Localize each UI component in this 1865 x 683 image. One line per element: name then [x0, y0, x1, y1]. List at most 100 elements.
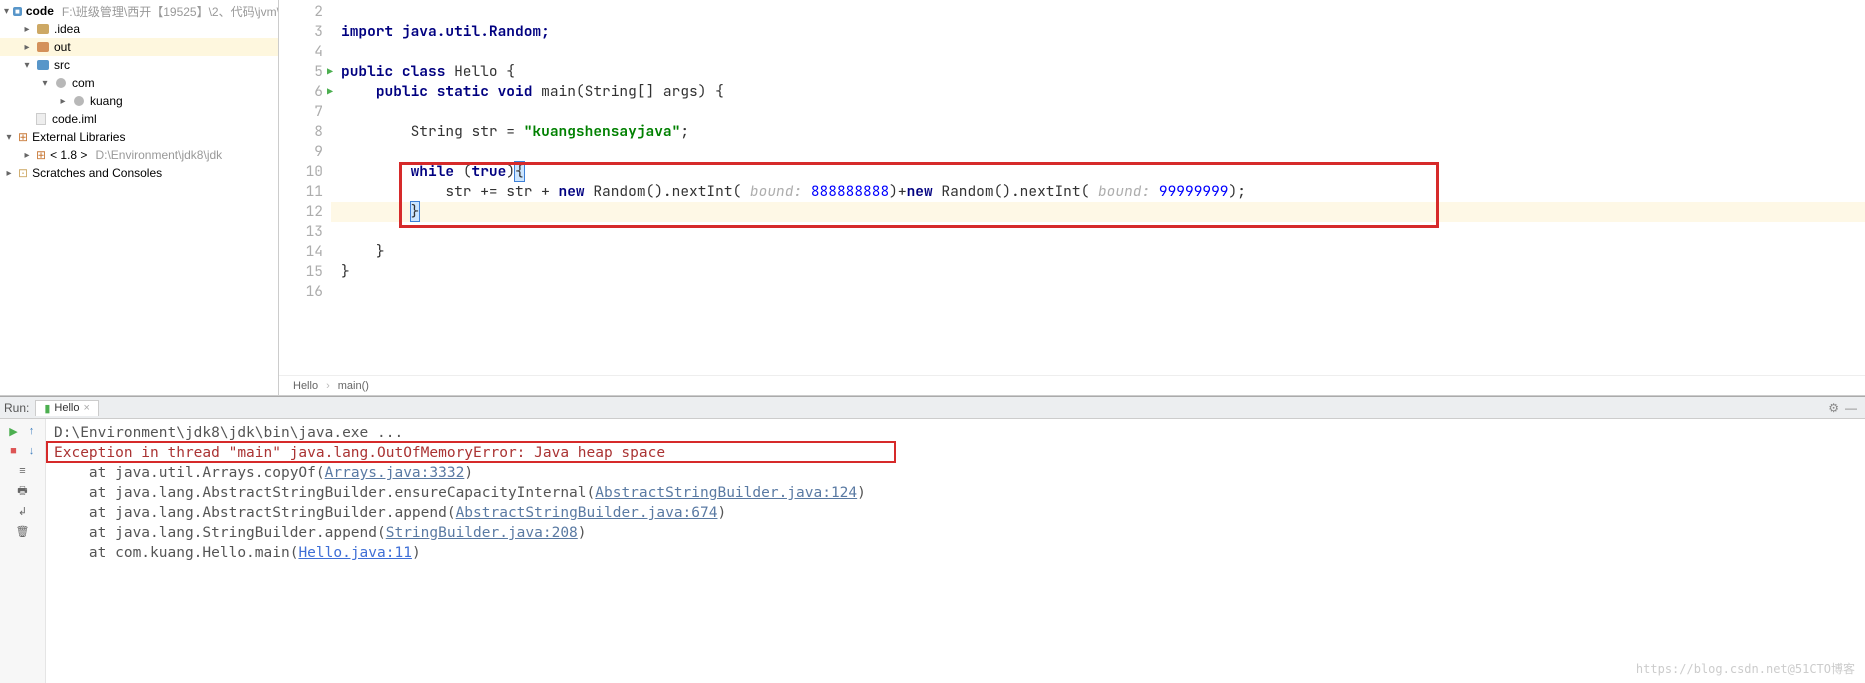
console-line: at java.util.Arrays.copyOf(Arrays.java:3… [54, 463, 1865, 483]
line-number: 7 [279, 102, 323, 122]
code-line: import java.util.Random; [331, 22, 1865, 42]
console-line: at com.kuang.Hello.main(Hello.java:11) [54, 543, 1865, 563]
code-line: str += str + new Random().nextInt( bound… [331, 182, 1865, 202]
code-line: } [331, 242, 1865, 262]
line-number: 15 [279, 262, 323, 282]
line-number: 10 [279, 162, 323, 182]
code-line: } [331, 262, 1865, 282]
run-label: Run: [4, 401, 29, 415]
line-number: 14 [279, 242, 323, 262]
run-tab[interactable]: ▮ Hello × [35, 400, 99, 416]
code-line [331, 102, 1865, 122]
tree-item-com[interactable]: ▾ com [0, 74, 278, 92]
chevron-down-icon: ▾ [22, 60, 32, 71]
project-tree[interactable]: ▾ ■ code F:\班级管理\西开【19525】\2、代码\jvm\code… [0, 0, 279, 395]
tree-item-out[interactable]: ▸ out [0, 38, 278, 56]
print-icon[interactable]: 🖶 [15, 483, 31, 499]
console-line: at java.lang.AbstractStringBuilder.appen… [54, 503, 1865, 523]
watermark: https://blog.csdn.net@51CTO博客 [1636, 659, 1855, 679]
tree-label: External Libraries [32, 130, 125, 144]
chevron-right-icon: ▸ [58, 96, 68, 107]
breadcrumb-item[interactable]: Hello [293, 380, 318, 392]
tree-label: src [54, 58, 70, 72]
tree-label: com [72, 76, 95, 90]
console-line: D:\Environment\jdk8\jdk\bin\java.exe ... [54, 423, 1865, 443]
code-line [331, 222, 1865, 242]
stacktrace-link[interactable]: AbstractStringBuilder.java:674 [456, 505, 718, 521]
line-number: 12 [279, 202, 323, 222]
code-editor[interactable]: 2 3 4 5▶ 6▶ 7 8 9 10 11 12 13 14 15 16 i… [279, 0, 1865, 395]
rerun-icon[interactable]: ▶ [6, 423, 22, 439]
console-output[interactable]: D:\Environment\jdk8\jdk\bin\java.exe ...… [46, 419, 1865, 683]
stacktrace-link[interactable]: Hello.java:11 [298, 545, 412, 561]
up-icon[interactable]: ↑ [24, 423, 40, 439]
code-line [331, 142, 1865, 162]
console-error-line: Exception in thread "main" java.lang.Out… [54, 443, 1865, 463]
code-line: } [331, 202, 1865, 222]
chevron-down-icon: ▾ [40, 78, 50, 89]
stacktrace-link[interactable]: Arrays.java:3332 [325, 465, 465, 481]
module-icon: ■ [13, 7, 22, 16]
chevron-down-icon: ▾ [4, 132, 14, 143]
chevron-right-icon: ▸ [22, 24, 32, 35]
stacktrace-link[interactable]: StringBuilder.java:208 [386, 525, 578, 541]
chevron-right-icon: › [326, 380, 330, 392]
code-area[interactable]: import java.util.Random; public class He… [331, 0, 1865, 375]
code-line: public static void main(String[] args) { [331, 82, 1865, 102]
code-line [331, 42, 1865, 62]
console-line: at java.lang.StringBuilder.append(String… [54, 523, 1865, 543]
breadcrumb-item[interactable]: main() [338, 380, 369, 392]
line-number: 11 [279, 182, 323, 202]
run-tab-label: Hello [54, 402, 79, 414]
code-line: String str = "kuangshensayjava"; [331, 122, 1865, 142]
close-icon[interactable]: × [84, 402, 90, 414]
tree-item-scratch[interactable]: ▸ ⊡ Scratches and Consoles [0, 164, 278, 182]
tree-label: Scratches and Consoles [32, 166, 162, 180]
line-number: 13 [279, 222, 323, 242]
line-number: 5▶ [279, 62, 323, 82]
chevron-right-icon: ▸ [22, 42, 32, 53]
code-line [331, 2, 1865, 22]
down-icon[interactable]: ↓ [24, 443, 40, 459]
code-line: while (true){ [331, 162, 1865, 182]
app-icon: ▮ [44, 402, 50, 415]
tree-root[interactable]: ▾ ■ code F:\班级管理\西开【19525】\2、代码\jvm\code [0, 2, 278, 20]
scratch-icon: ⊡ [18, 166, 28, 180]
tree-item-idea[interactable]: ▸ .idea [0, 20, 278, 38]
line-number: 16 [279, 282, 323, 302]
tree-item-kuang[interactable]: ▸ kuang [0, 92, 278, 110]
minimize-icon[interactable]: — [1845, 401, 1857, 415]
tree-label: kuang [90, 94, 123, 108]
line-number: 8 [279, 122, 323, 142]
chevron-right-icon: ▸ [4, 168, 14, 179]
tree-item-jdk[interactable]: ▸ ⊞ < 1.8 > D:\Environment\jdk8\jdk [0, 146, 278, 164]
tree-label: < 1.8 > [50, 148, 87, 162]
line-number: 6▶ [279, 82, 323, 102]
tree-item-src[interactable]: ▾ src [0, 56, 278, 74]
layout-icon[interactable]: ≡ [15, 463, 31, 479]
stacktrace-link[interactable]: AbstractStringBuilder.java:124 [595, 485, 857, 501]
run-panel: Run: ▮ Hello × ⚙ — ▶ ↑ ■ ↓ ≡ 🖶 ↲ 🗑 D:\En… [0, 396, 1865, 683]
library-icon: ⊞ [36, 148, 46, 162]
code-line [331, 282, 1865, 302]
stop-icon[interactable]: ■ [6, 443, 22, 459]
line-number: 4 [279, 42, 323, 62]
tree-label: code.iml [52, 112, 97, 126]
line-number: 2 [279, 2, 323, 22]
tree-item-ext-lib[interactable]: ▾ ⊞ External Libraries [0, 128, 278, 146]
breadcrumb[interactable]: Hello › main() [279, 375, 1865, 395]
editor-gutter: 2 3 4 5▶ 6▶ 7 8 9 10 11 12 13 14 15 16 [279, 0, 331, 375]
chevron-right-icon: ▸ [22, 150, 32, 161]
chevron-down-icon: ▾ [4, 6, 9, 17]
trash-icon[interactable]: 🗑 [15, 523, 31, 539]
gear-icon[interactable]: ⚙ [1828, 401, 1839, 415]
tree-root-label: code [26, 4, 54, 18]
wrap-icon[interactable]: ↲ [15, 503, 31, 519]
library-icon: ⊞ [18, 130, 28, 144]
tree-path: D:\Environment\jdk8\jdk [95, 148, 222, 162]
line-number: 9 [279, 142, 323, 162]
code-line: public class Hello { [331, 62, 1865, 82]
run-tabs-bar: Run: ▮ Hello × ⚙ — [0, 397, 1865, 419]
line-number: 3 [279, 22, 323, 42]
tree-item-iml[interactable]: code.iml [0, 110, 278, 128]
